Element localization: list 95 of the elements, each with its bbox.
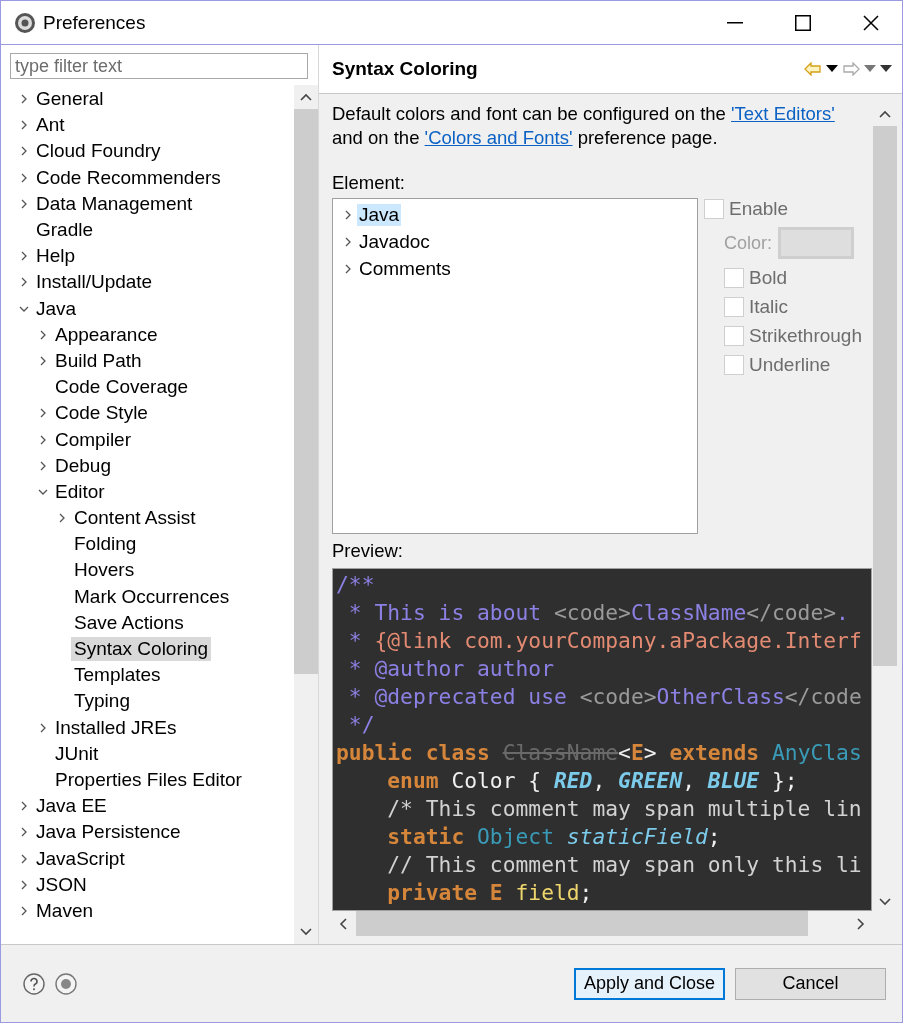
tree-item[interactable]: JavaScript: [33, 846, 128, 871]
chevron-right-icon[interactable]: [38, 460, 48, 471]
tree-item[interactable]: Properties Files Editor: [52, 767, 245, 792]
dialog-button[interactable]: Cancel: [735, 967, 886, 1000]
tree-item[interactable]: Java: [33, 296, 80, 321]
record-icon[interactable]: [55, 972, 77, 995]
tree-item[interactable]: Save Actions: [71, 610, 187, 635]
element-item[interactable]: Javadoc: [357, 230, 432, 253]
tree-item[interactable]: Cloud Foundry: [33, 139, 164, 164]
code-line: public class ClassName<E> extends AnyClas: [335, 739, 863, 767]
menu-dropdown-icon[interactable]: [880, 65, 892, 73]
chevron-right-icon[interactable]: [19, 94, 29, 105]
maximize-icon: [795, 14, 811, 31]
element-item[interactable]: Comments: [357, 257, 453, 280]
code-line: * @author author: [347, 655, 555, 683]
minimize-icon: [727, 21, 743, 24]
tree-item[interactable]: Compiler: [52, 427, 135, 452]
chevron-right-icon[interactable]: [19, 853, 29, 864]
tree-item[interactable]: Maven: [33, 898, 97, 923]
filter-field[interactable]: type filter text: [10, 53, 308, 79]
color-label: Color:: [724, 232, 772, 254]
chevron-right-icon[interactable]: [38, 722, 48, 733]
chevron-right-icon[interactable]: [343, 209, 353, 220]
chevron-right-icon[interactable]: [19, 120, 29, 131]
preview-label: Preview:: [332, 540, 404, 562]
chevron-right-icon[interactable]: [19, 801, 29, 812]
dropdown-icon[interactable]: [826, 65, 838, 73]
tree-item[interactable]: Java Persistence: [33, 820, 184, 845]
chevron-right-icon[interactable]: [38, 355, 48, 366]
tree-item[interactable]: Gradle: [33, 218, 97, 243]
tree-item[interactable]: Ant: [33, 113, 68, 138]
chevron-right-icon[interactable]: [19, 251, 29, 262]
window-title: Preferences: [43, 11, 147, 34]
tree-item[interactable]: Java EE: [33, 794, 110, 819]
tree-item[interactable]: Code Style: [52, 401, 151, 426]
element-item[interactable]: Java: [357, 203, 402, 226]
code-line: /* This comment may span multiple lin: [386, 795, 863, 823]
chevron-right-icon[interactable]: [19, 827, 29, 838]
code-line: static Object staticField;: [386, 823, 722, 851]
dialog-button[interactable]: Apply and Close: [574, 967, 725, 1000]
close-icon: [863, 14, 879, 31]
chevron-right-icon[interactable]: [19, 879, 29, 890]
preference-link[interactable]: 'Text Editors': [731, 103, 835, 124]
tree-item[interactable]: Mark Occurrences: [71, 584, 233, 609]
tree-item[interactable]: Install/Update: [33, 270, 156, 295]
tree-item[interactable]: Debug: [52, 453, 114, 478]
tree-item[interactable]: Help: [33, 244, 79, 269]
tree-item[interactable]: JSON: [33, 872, 90, 897]
description-text: Default colors and font can be configured on the 'Text Editors' and on the 'Colors and Fonts' preference page.: [332, 102, 836, 150]
checkbox-label: Underline: [749, 353, 831, 376]
chevron-right-icon[interactable]: [38, 329, 48, 340]
code-line: private E field;: [386, 879, 594, 907]
tree-item[interactable]: Editor: [52, 479, 108, 504]
element-label: Element:: [332, 172, 406, 194]
code-line: * {@link com.yourCompany.aPackage.Interf: [347, 627, 863, 655]
chevron-right-icon[interactable]: [19, 172, 29, 183]
code-line: */: [347, 711, 376, 739]
chevron-right-icon[interactable]: [19, 198, 29, 209]
chevron-right-icon[interactable]: [19, 905, 29, 916]
chevron-right-icon[interactable]: [38, 408, 48, 419]
tree-item[interactable]: Templates: [71, 663, 164, 688]
chevron-right-icon[interactable]: [343, 236, 353, 247]
tree-item[interactable]: Code Coverage: [52, 375, 192, 400]
chevron-right-icon[interactable]: [19, 277, 29, 288]
chevron-right-icon[interactable]: [57, 513, 67, 524]
tree-item[interactable]: Build Path: [52, 348, 145, 373]
tree-item[interactable]: Data Management: [33, 191, 196, 216]
tree-item[interactable]: Hovers: [71, 558, 138, 583]
tree-item[interactable]: General: [33, 87, 107, 112]
color-button[interactable]: [778, 227, 854, 259]
code-line: * @deprecated use <code>OtherClass</code: [347, 683, 863, 711]
code-line: * This is about <code>ClassName</code>.: [347, 599, 850, 627]
checkbox-label: Enable: [729, 197, 789, 220]
code-line: /**: [335, 571, 376, 599]
chevron-right-icon[interactable]: [19, 146, 29, 157]
gear-icon: [13, 10, 37, 35]
tree-item[interactable]: Installed JREs: [52, 715, 180, 740]
checkbox-label: Strikethrough: [749, 324, 862, 347]
tree-item[interactable]: Syntax Coloring: [71, 637, 212, 662]
code-line: enum Color { RED, GREEN, BLUE };: [386, 767, 799, 795]
tree-item[interactable]: Content Assist: [71, 506, 199, 531]
checkbox-label: Bold: [749, 266, 788, 289]
code-line: // This comment may span only this li: [386, 851, 863, 879]
help-icon[interactable]: [23, 972, 45, 995]
page-title: Syntax Coloring: [332, 58, 478, 80]
tree-item[interactable]: Typing: [71, 689, 133, 714]
tree-item[interactable]: Folding: [71, 532, 140, 557]
checkbox-label: Italic: [749, 295, 789, 318]
scrollbar[interactable]: [294, 85, 318, 944]
preference-link[interactable]: 'Colors and Fonts': [424, 127, 573, 148]
chevron-right-icon[interactable]: [343, 263, 353, 274]
tree-item[interactable]: Appearance: [52, 322, 161, 347]
tree-item[interactable]: Code Recommenders: [33, 165, 224, 190]
chevron-right-icon[interactable]: [38, 434, 48, 445]
tree-item[interactable]: JUnit: [52, 741, 102, 766]
